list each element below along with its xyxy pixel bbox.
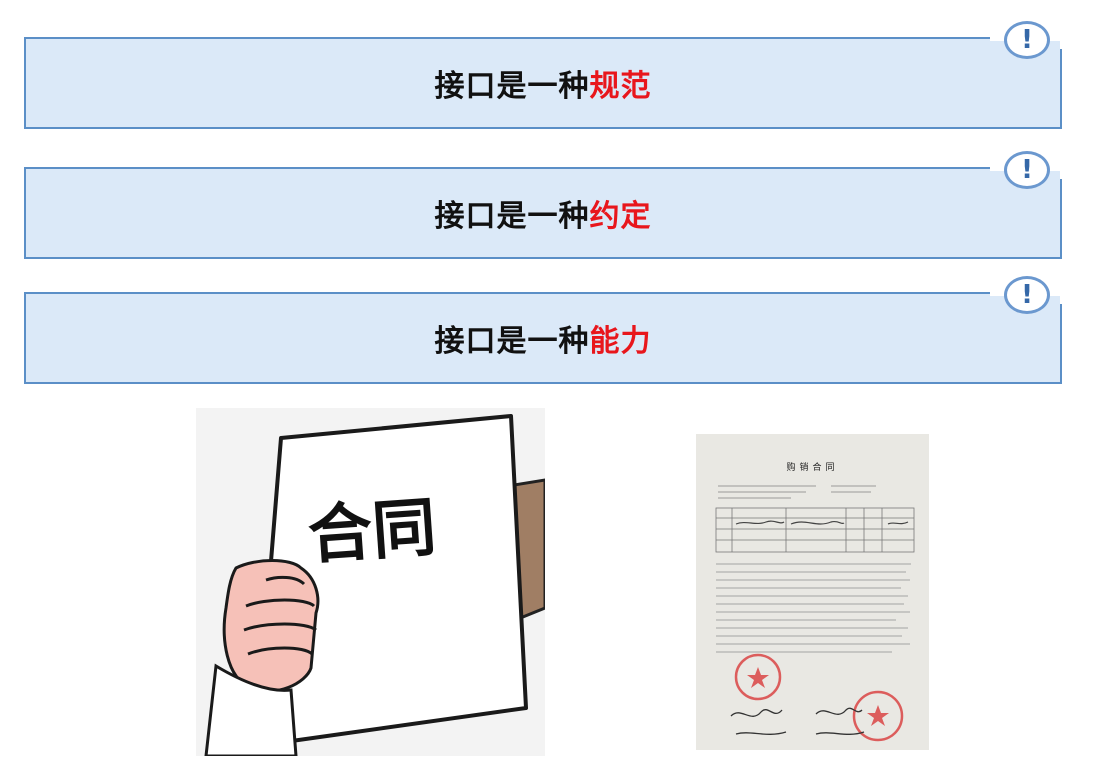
exclamation-glyph: ! xyxy=(1021,280,1033,310)
banner-right-border xyxy=(1060,49,1062,129)
banner-highlight: 能力 xyxy=(589,324,652,359)
contract-photo: 购销合同 xyxy=(696,434,929,750)
banner-prefix: 接口是一种 xyxy=(434,324,590,359)
contract-cartoon-illustration: 合同 xyxy=(196,408,547,758)
banner-highlight: 规范 xyxy=(589,69,652,104)
exclamation-icon: ! xyxy=(1004,151,1050,189)
banner-agreement: 接口是一种 约定 ! xyxy=(24,151,1062,259)
banner-highlight: 约定 xyxy=(589,199,652,234)
contract-photo-body xyxy=(715,485,915,742)
banner-capability: 接口是一种 能力 ! xyxy=(24,276,1062,384)
banner-right-border xyxy=(1060,179,1062,259)
banner-prefix: 接口是一种 xyxy=(434,199,590,234)
paper-title: 合同 xyxy=(306,490,439,574)
banner-specification: 接口是一种 规范 ! xyxy=(24,21,1062,129)
banner-right-border xyxy=(1060,304,1062,384)
contract-cartoon-image: 合同 xyxy=(196,408,547,758)
exclamation-icon: ! xyxy=(1004,21,1050,59)
banner-text: 接口是一种 能力 xyxy=(26,294,1060,382)
banner-text: 接口是一种 规范 xyxy=(26,39,1060,127)
banner-text: 接口是一种 约定 xyxy=(26,169,1060,257)
exclamation-glyph: ! xyxy=(1021,25,1033,55)
exclamation-glyph: ! xyxy=(1021,155,1033,185)
exclamation-icon: ! xyxy=(1004,276,1050,314)
banner-prefix: 接口是一种 xyxy=(434,69,590,104)
